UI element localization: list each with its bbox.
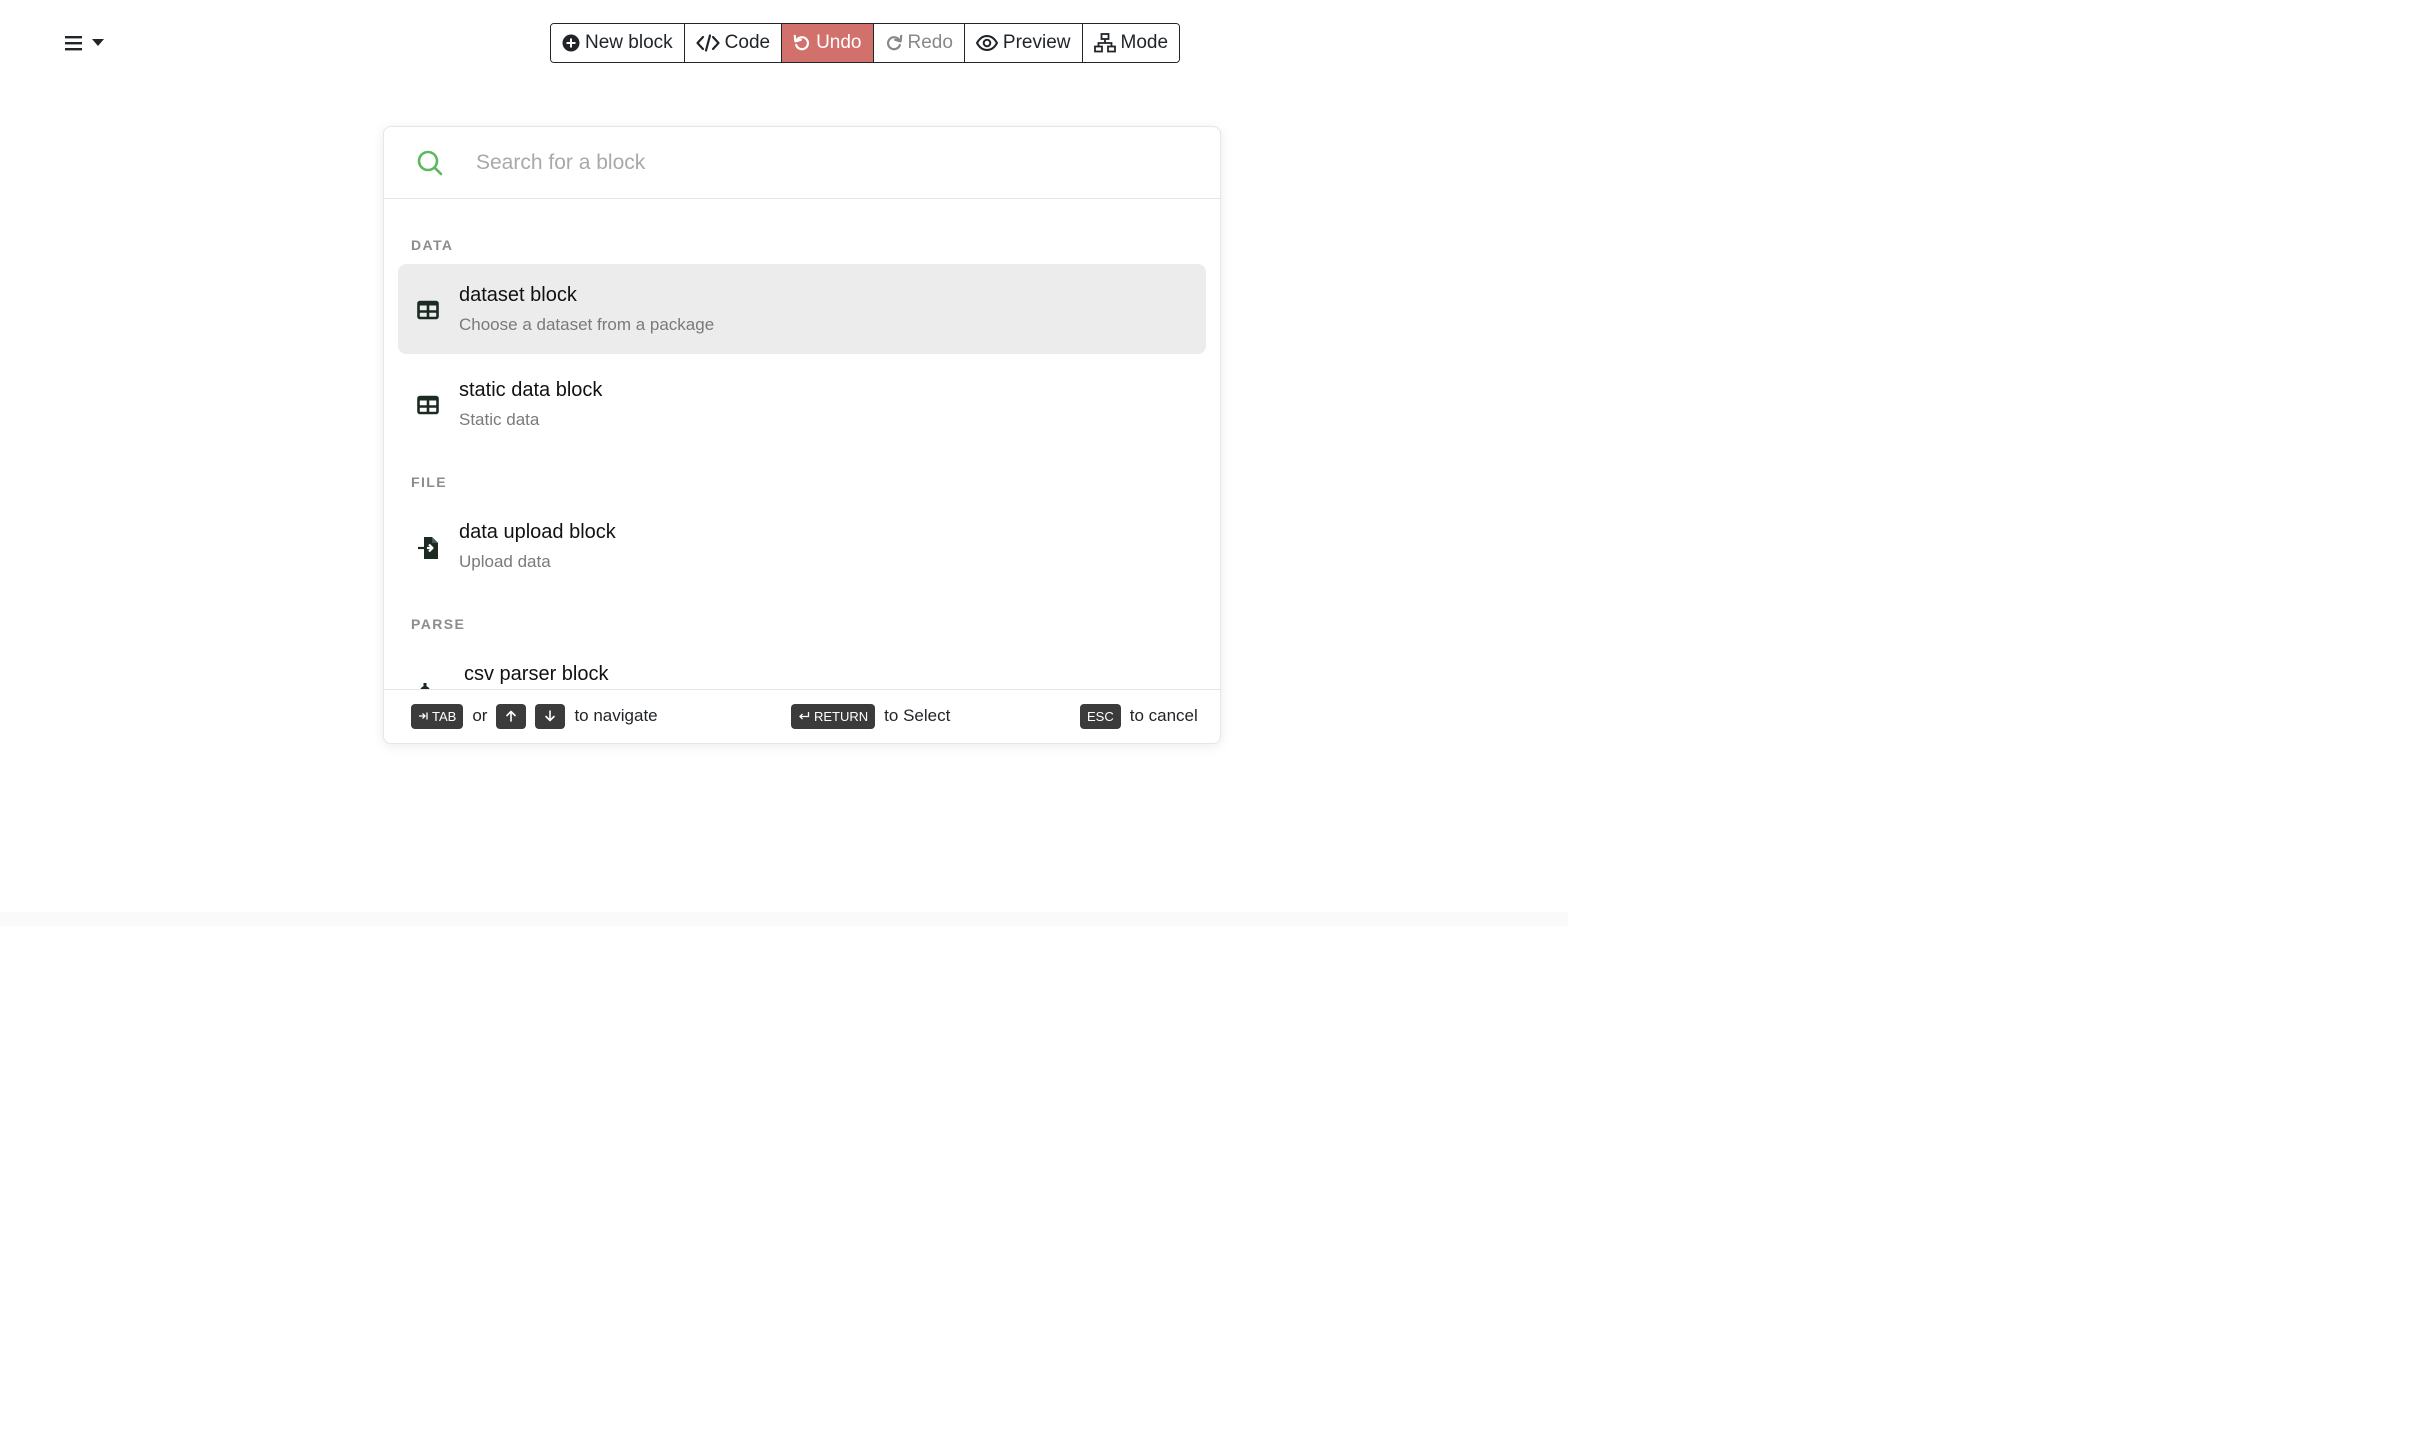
preview-button[interactable]: Preview (963, 24, 1082, 62)
redo-label: Redo (907, 32, 953, 53)
block-item-dataset[interactable]: dataset block Choose a dataset from a pa… (398, 264, 1206, 354)
block-item-description: Choose a dataset from a package (459, 315, 715, 334)
block-item-data-upload[interactable]: data upload block Upload data (398, 501, 1206, 591)
hamburger-icon (64, 34, 84, 52)
table-icon (417, 299, 439, 321)
select-hint: RETURN to Select (791, 703, 950, 729)
search-icon (384, 149, 476, 177)
block-item-title: csv parser block (464, 663, 609, 685)
tab-arrow-icon (418, 711, 428, 721)
search-input[interactable] (476, 150, 1156, 175)
return-key-label: RETURN (814, 708, 869, 724)
return-arrow-icon (798, 711, 810, 721)
group-header-file: FILE (411, 474, 447, 490)
sitemap-icon (1093, 33, 1116, 53)
eye-icon (975, 35, 998, 51)
page-bottom-band (0, 912, 1568, 926)
block-item-description: Upload data (459, 552, 551, 571)
cancel-text: to cancel (1129, 706, 1198, 725)
undo-button[interactable]: Undo (781, 24, 873, 62)
caret-down-icon (92, 39, 104, 47)
arrow-down-icon (544, 710, 556, 722)
esc-key: ESC (1080, 703, 1121, 729)
editor-toolbar: New block Code Undo Redo Preview Mode (550, 23, 1181, 63)
arrow-up-icon (505, 710, 517, 722)
keyboard-hints: TAB or to navigate RETURN to Select ESC … (384, 689, 1220, 743)
block-search-dialog: DATA dataset block Choose a dataset from… (383, 126, 1221, 744)
code-label: Code (724, 32, 771, 53)
new-block-label: New block (585, 32, 673, 53)
block-item-title: data upload block (459, 521, 616, 543)
group-header-parse: PARSE (411, 616, 466, 632)
navigate-text: to navigate (574, 706, 658, 725)
tab-key: TAB (411, 703, 464, 729)
redo-icon (885, 34, 903, 52)
undo-icon (793, 34, 811, 52)
undo-label: Undo (816, 32, 862, 53)
app-menu-toggle[interactable] (64, 30, 104, 56)
preview-label: Preview (1002, 32, 1071, 53)
select-text: to Select (884, 706, 951, 725)
return-key: RETURN (791, 703, 876, 729)
group-header-data: DATA (411, 237, 454, 253)
or-text: or (472, 706, 488, 725)
tab-key-label: TAB (432, 708, 457, 724)
mode-button[interactable]: Mode (1081, 24, 1180, 62)
plus-circle-icon (562, 34, 580, 52)
block-item-title: dataset block (459, 284, 577, 306)
redo-button[interactable]: Redo (872, 24, 964, 62)
block-item-csv-parser[interactable]: csv parser block (398, 643, 1206, 690)
file-import-icon (417, 536, 439, 559)
mode-label: Mode (1120, 32, 1169, 53)
block-item-title: static data block (459, 379, 603, 401)
navigate-hint: TAB or to navigate (411, 703, 658, 729)
search-bar (384, 127, 1220, 199)
block-item-description: Static data (459, 410, 540, 429)
arrow-down-key (535, 703, 566, 729)
code-icon (696, 34, 720, 52)
table-icon (417, 394, 439, 416)
new-block-button[interactable]: New block (551, 24, 684, 62)
block-item-static-data[interactable]: static data block Static data (398, 359, 1206, 449)
arrow-up-key (496, 703, 527, 729)
cancel-hint: ESC to cancel (1080, 703, 1198, 729)
block-list: DATA dataset block Choose a dataset from… (384, 200, 1220, 690)
code-button[interactable]: Code (683, 24, 782, 62)
